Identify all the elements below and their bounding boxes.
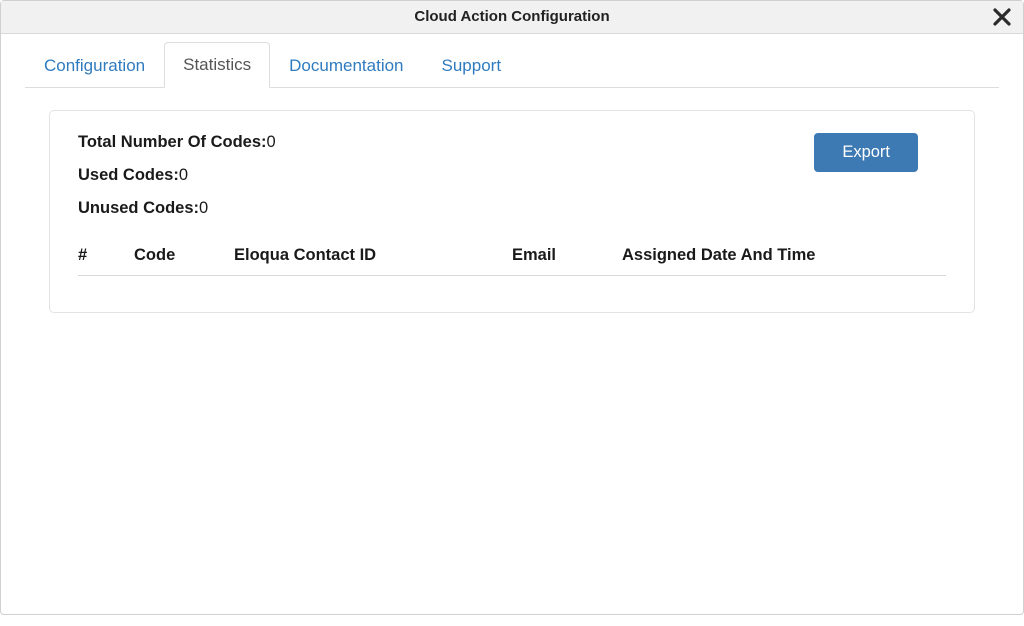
tab-documentation[interactable]: Documentation (270, 43, 422, 88)
stat-unused-label: Unused Codes: (78, 199, 199, 217)
stat-used-value: 0 (179, 166, 188, 184)
modal-title: Cloud Action Configuration (414, 8, 609, 25)
stat-unused-value: 0 (199, 199, 208, 217)
statistics-panel: Total Number Of Codes:0 Used Codes:0 Unu… (49, 110, 975, 313)
table-header: # Code Eloqua Contact ID Email Assigned … (78, 240, 946, 276)
close-icon (993, 8, 1011, 26)
modal-header: Cloud Action Configuration (1, 1, 1023, 34)
tab-configuration[interactable]: Configuration (25, 43, 164, 88)
codes-table: # Code Eloqua Contact ID Email Assigned … (78, 240, 946, 276)
stat-used-label: Used Codes: (78, 166, 179, 184)
stat-total-label: Total Number Of Codes: (78, 133, 267, 151)
close-button[interactable] (991, 6, 1013, 28)
tab-support[interactable]: Support (423, 43, 521, 88)
column-header-email: Email (512, 246, 622, 265)
tab-bar: Configuration Statistics Documentation S… (25, 42, 999, 88)
column-header-contact-id: Eloqua Contact ID (234, 246, 512, 265)
column-header-index: # (78, 246, 134, 265)
export-button[interactable]: Export (814, 133, 918, 172)
column-header-code: Code (134, 246, 234, 265)
tab-statistics[interactable]: Statistics (164, 42, 270, 88)
modal-body: Configuration Statistics Documentation S… (1, 34, 1023, 614)
stats-list: Total Number Of Codes:0 Used Codes:0 Unu… (78, 133, 276, 218)
stat-unused-codes: Unused Codes:0 (78, 199, 276, 218)
modal-dialog: Cloud Action Configuration Configuration… (0, 0, 1024, 615)
column-header-assigned-date: Assigned Date And Time (622, 246, 946, 265)
stats-row: Total Number Of Codes:0 Used Codes:0 Unu… (78, 133, 946, 218)
stat-used-codes: Used Codes:0 (78, 166, 276, 185)
stat-total-value: 0 (267, 133, 276, 151)
stat-total-codes: Total Number Of Codes:0 (78, 133, 276, 152)
